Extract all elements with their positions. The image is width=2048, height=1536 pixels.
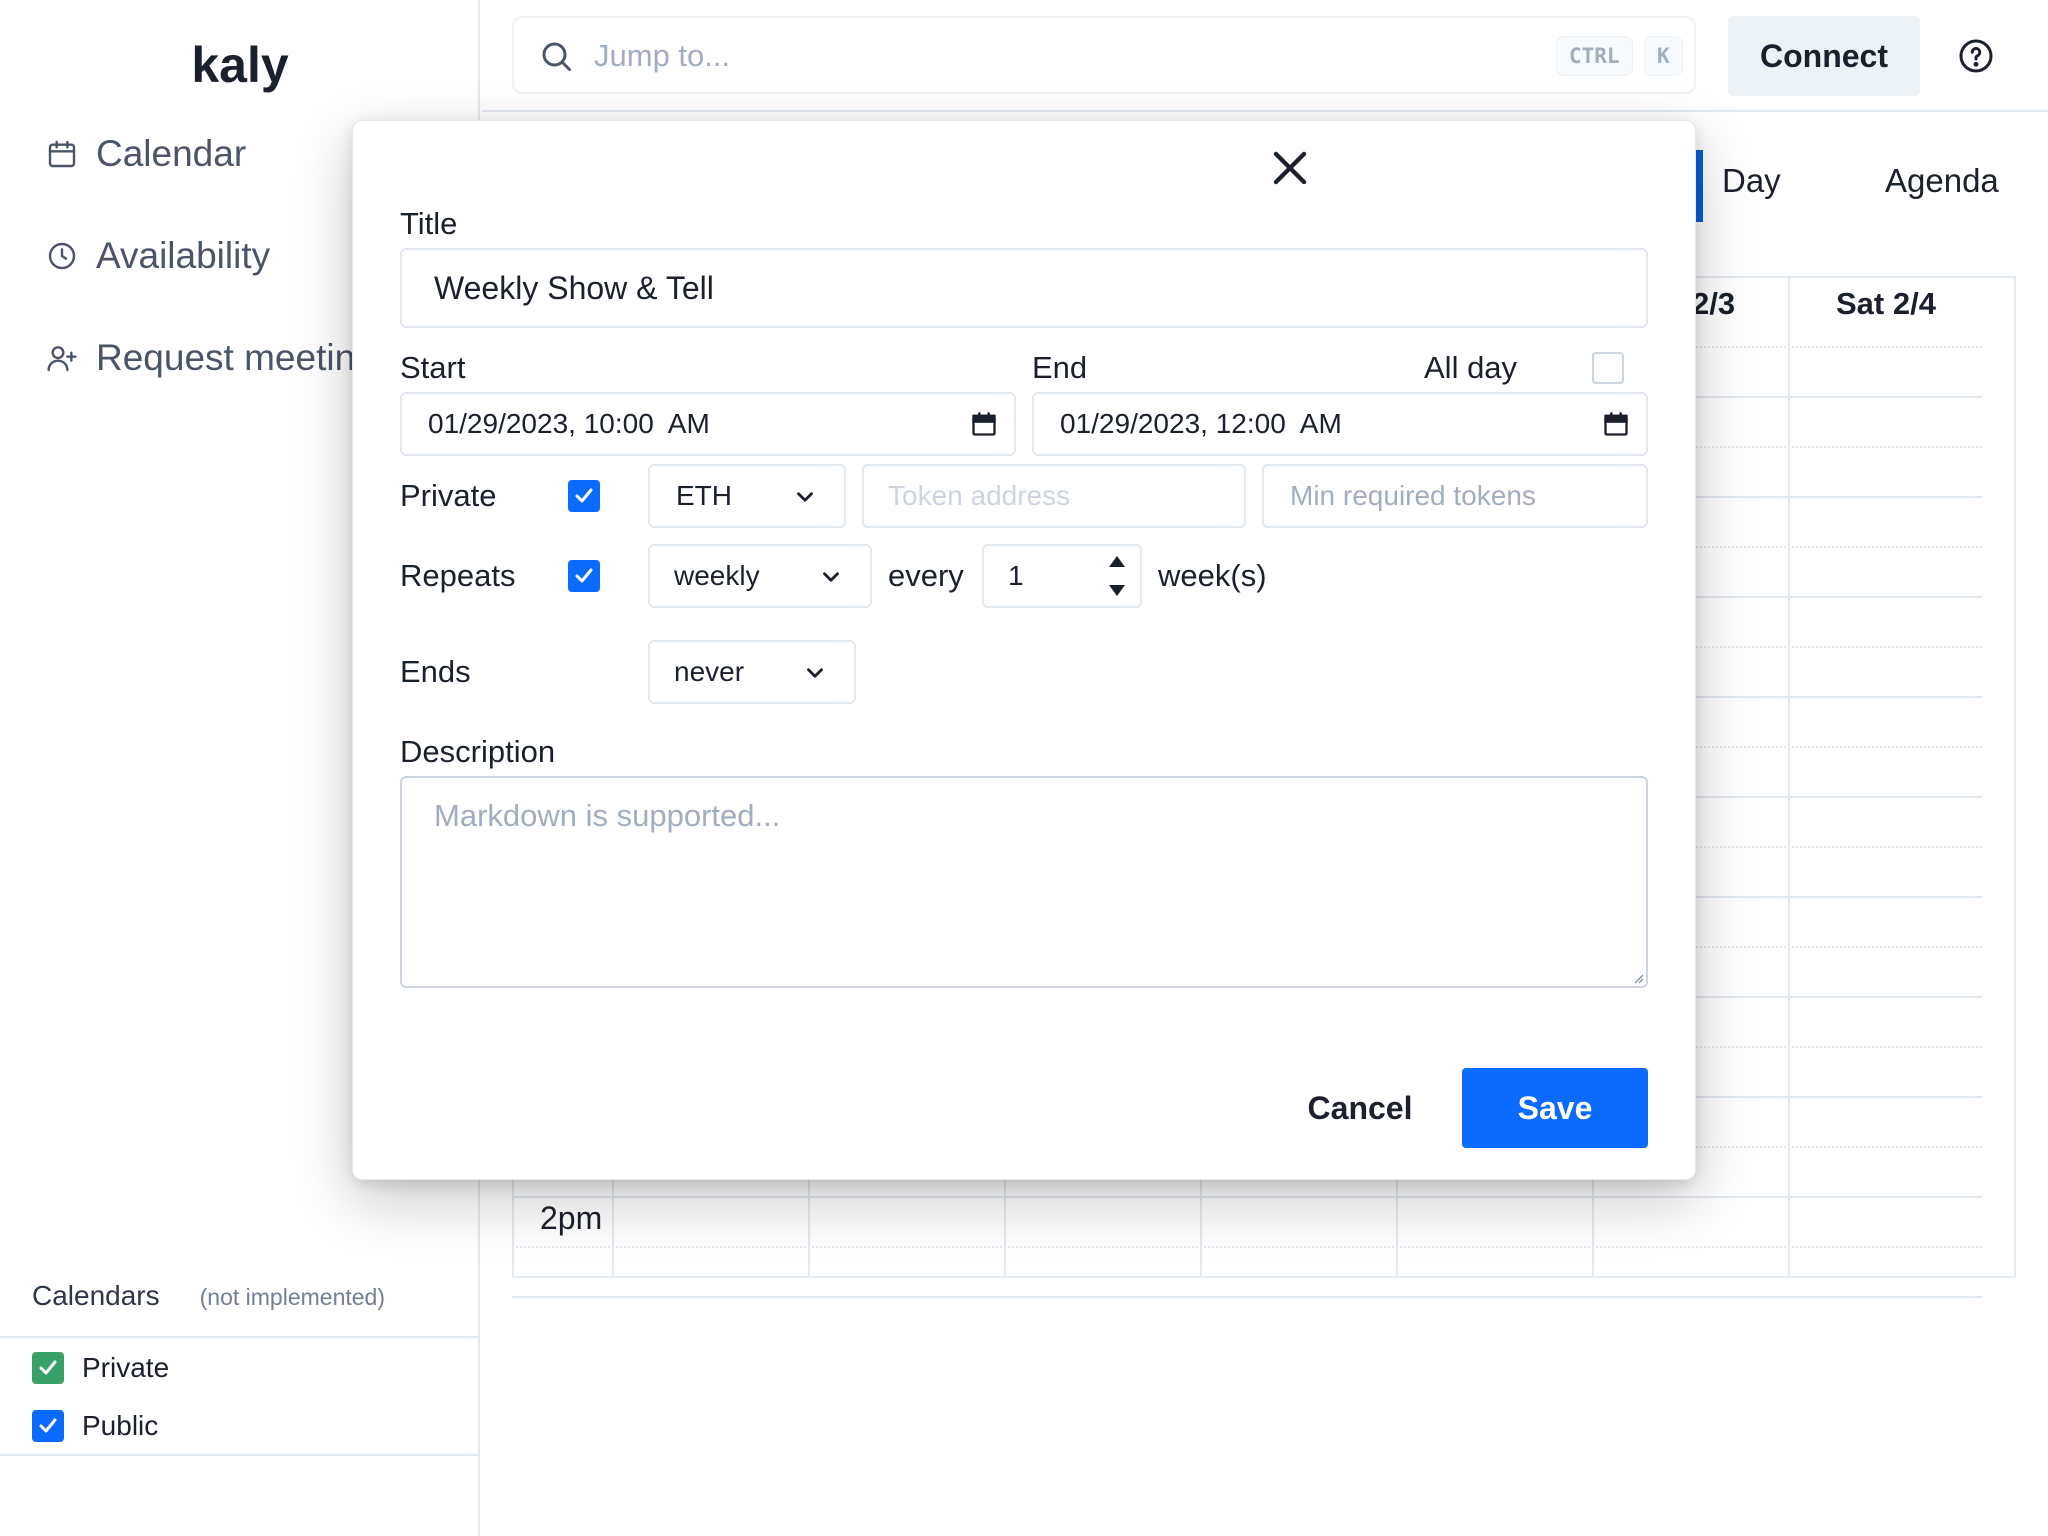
token-address-input[interactable]: Token address	[862, 464, 1246, 528]
close-icon[interactable]	[1266, 144, 1314, 192]
calendar-icon	[48, 140, 76, 168]
token-select-value: ETH	[676, 480, 732, 511]
calendars-note: (not implemented)	[199, 1284, 385, 1310]
chevron-down-icon	[797, 492, 813, 502]
interval-unit: week(s)	[1158, 558, 1267, 593]
tab-agenda[interactable]: Agenda	[1885, 162, 1999, 200]
calendar-picker-icon[interactable]	[1602, 410, 1630, 438]
day-header-sat: Sat 2/4	[1836, 286, 1936, 321]
interval-value: 1	[1008, 560, 1024, 591]
app-logo[interactable]: kaly	[0, 36, 480, 94]
resize-handle-icon[interactable]	[1632, 972, 1644, 984]
sidebar-item-request-meeting[interactable]: Request meeting	[46, 328, 376, 388]
sidebar-item-label: Calendar	[96, 133, 247, 174]
interval-stepper[interactable]: 1	[982, 544, 1142, 608]
search-bar[interactable]: Jump to... CTRL K	[512, 16, 1696, 94]
description-label: Description	[400, 734, 556, 769]
sidebar-item-label: Request meeting	[96, 337, 376, 378]
repeats-checkbox[interactable]	[568, 560, 600, 592]
private-checkbox[interactable]	[568, 480, 600, 512]
ends-select-value: never	[674, 656, 745, 687]
private-calendar-checkbox[interactable]	[32, 1352, 64, 1384]
cancel-button[interactable]: Cancel	[1284, 1068, 1436, 1148]
public-calendar-checkbox[interactable]	[32, 1410, 64, 1442]
user-plus-icon	[47, 346, 77, 372]
repeat-frequency-value: weekly	[674, 560, 760, 591]
column-divider	[1788, 276, 1790, 1278]
calendars-header: Calendars (not implemented)	[32, 1280, 385, 1312]
chevron-down-icon	[807, 668, 823, 678]
search-icon	[542, 42, 571, 71]
min-tokens-placeholder: Min required tokens	[1290, 480, 1536, 511]
min-tokens-input[interactable]: Min required tokens	[1262, 464, 1648, 528]
stepper-down-icon[interactable]	[1106, 580, 1128, 600]
title-input[interactable]: Weekly Show & Tell	[400, 248, 1648, 328]
hour-line	[512, 1196, 1982, 1198]
clock-icon	[48, 242, 76, 270]
active-view-indicator	[1695, 150, 1703, 222]
tab-day[interactable]: Day	[1722, 162, 1781, 200]
token-address-placeholder: Token address	[888, 480, 1071, 511]
token-select[interactable]: ETH	[648, 464, 846, 528]
check-icon	[39, 1360, 57, 1375]
repeat-frequency-select[interactable]: weekly	[648, 544, 872, 608]
help-icon[interactable]	[1958, 38, 1994, 74]
calendar-item-public[interactable]: Public	[32, 1410, 158, 1442]
end-label: End	[1032, 350, 1088, 385]
sidebar-item-label: Availability	[96, 235, 271, 276]
allday-label: All day	[1424, 350, 1518, 385]
connect-button[interactable]: Connect	[1728, 16, 1920, 96]
calendars-title: Calendars	[32, 1280, 160, 1311]
private-label: Private	[400, 478, 497, 513]
end-datetime-input[interactable]: 01/29/2023, 12:00 AM	[1032, 392, 1648, 456]
shortcut-ctrl: CTRL	[1556, 36, 1633, 76]
half-hour-line	[512, 1246, 1982, 1248]
calendar-item-private[interactable]: Private	[32, 1352, 169, 1384]
ends-label: Ends	[400, 654, 471, 689]
description-placeholder: Markdown is supported...	[434, 798, 781, 833]
calendar-picker-icon[interactable]	[970, 410, 998, 438]
start-datetime-value: 01/29/2023, 10:00 AM	[428, 408, 710, 439]
title-input-value: Weekly Show & Tell	[434, 269, 714, 306]
shortcut-k: K	[1644, 36, 1683, 76]
start-datetime-input[interactable]: 01/29/2023, 10:00 AM	[400, 392, 1016, 456]
calendar-list: Private Public	[0, 1336, 480, 1456]
sidebar-item-availability[interactable]: Availability	[46, 226, 270, 286]
time-label-2pm: 2pm	[540, 1200, 603, 1236]
every-label: every	[888, 558, 964, 593]
ends-select[interactable]: never	[648, 640, 856, 704]
description-textarea[interactable]: Markdown is supported...	[400, 776, 1648, 988]
check-icon	[575, 568, 593, 583]
start-label: Start	[400, 350, 466, 385]
check-icon	[39, 1418, 57, 1433]
topbar-divider	[482, 110, 2048, 112]
allday-checkbox[interactable]	[1592, 352, 1624, 384]
end-datetime-value: 01/29/2023, 12:00 AM	[1060, 408, 1342, 439]
check-icon	[575, 488, 593, 503]
stepper-up-icon[interactable]	[1106, 552, 1128, 572]
calendar-item-label: Private	[82, 1352, 170, 1383]
day-header-fri: 2/3	[1692, 286, 1736, 321]
hour-line	[512, 1296, 1982, 1298]
title-label: Title	[400, 206, 458, 241]
chevron-down-icon	[823, 572, 839, 582]
repeats-label: Repeats	[400, 558, 516, 593]
save-button[interactable]: Save	[1462, 1068, 1648, 1148]
calendar-item-label: Public	[82, 1410, 159, 1441]
search-placeholder: Jump to...	[594, 38, 731, 73]
sidebar-item-calendar[interactable]: Calendar	[46, 124, 246, 184]
